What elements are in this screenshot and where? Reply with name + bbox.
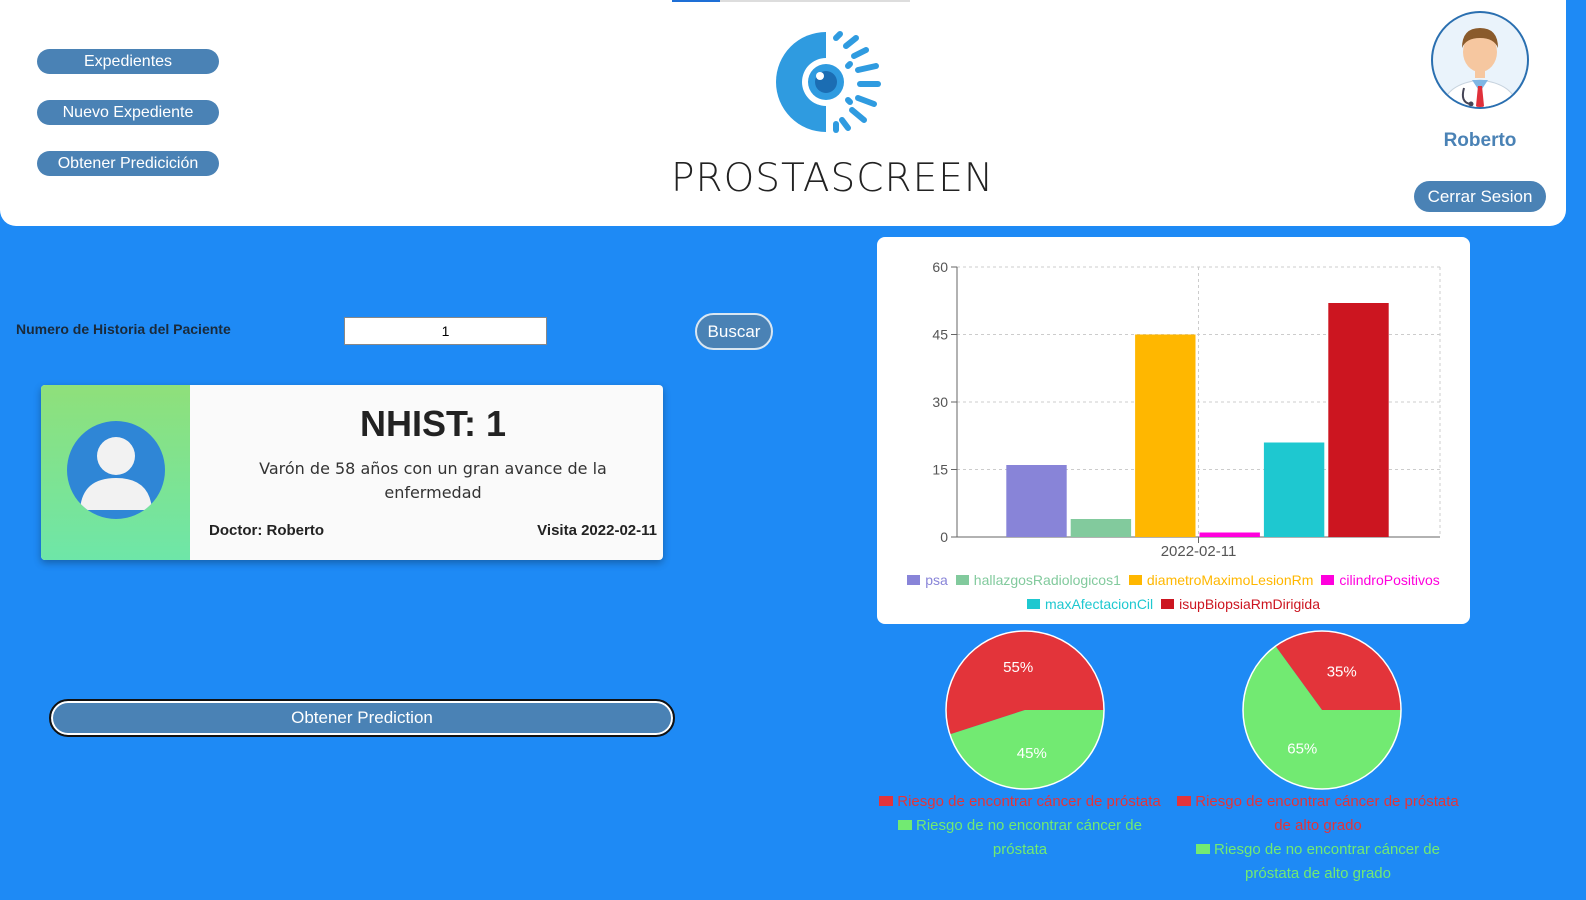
legend-label: Riesgo de encontrar cáncer de próstata (897, 793, 1161, 810)
x-tick-label: 2022-02-11 (1161, 543, 1237, 560)
legend-label: cilindroPositivos (1339, 572, 1440, 588)
y-tick-label: 45 (932, 327, 948, 343)
pie-legend-item[interactable]: Riesgo de no encontrar cáncer de próstat… (870, 814, 1170, 862)
legend-swatch (1027, 599, 1040, 609)
legend-swatch (1128, 575, 1142, 585)
bar-psa[interactable] (1006, 465, 1067, 537)
pie-slice-label: 65% (1287, 741, 1317, 758)
legend-item-cilindroPositivos[interactable]: cilindroPositivos (1321, 568, 1440, 592)
header: Expedientes Nuevo Expediente Obtener Pre… (0, 0, 1566, 226)
legend-swatch (907, 575, 921, 585)
pie-chart-high-grade-risk-legend: Riesgo de encontrar cáncer de próstata d… (1168, 790, 1468, 886)
logout-button[interactable]: Cerrar Sesion (1414, 181, 1546, 212)
legend-swatch (1196, 844, 1210, 854)
bar-chart-legend: psa hallazgosRadiologicos1 diametroMaximoL… (897, 568, 1450, 616)
patient-card-doctor: Doctor: Roberto (209, 522, 324, 539)
legend-item-hallazgosRadiologicos1[interactable]: hallazgosRadiologicos1 (955, 568, 1121, 592)
patient-card-visit: Visita 2022-02-11 (537, 522, 657, 539)
legend-swatch (1321, 575, 1335, 585)
legend-swatch (879, 796, 894, 806)
legend-swatch (1177, 796, 1192, 806)
pie-slice-label: 45% (1017, 745, 1047, 762)
patient-card: NHIST: 1 Varón de 58 años con un gran av… (41, 385, 663, 560)
username: Roberto (1443, 130, 1517, 151)
nav-nuevo-expediente-button[interactable]: Nuevo Expediente (37, 100, 219, 125)
patient-card-title: NHIST: 1 (359, 403, 507, 444)
bar-chart: 0 15 30 45 60 2022-02-11 (932, 259, 1441, 560)
legend-label: Riesgo de no encontrar cáncer de próstat… (1214, 841, 1440, 882)
patient-avatar-icon (67, 421, 165, 519)
y-tick-label: 30 (932, 394, 948, 410)
patient-card-description: Varón de 58 años con un gran avance de l… (259, 459, 607, 502)
pie-legend-item[interactable]: Riesgo de encontrar cáncer de próstata d… (1168, 790, 1468, 838)
search-button[interactable]: Buscar (695, 313, 773, 350)
legend-item-diametroMaximoLesionRm[interactable]: diametroMaximoLesionRm (1128, 568, 1314, 592)
doctor-avatar-icon[interactable] (1430, 10, 1530, 110)
legend-label: isupBiopsiaRmDirigida (1179, 596, 1320, 612)
legend-label: Riesgo de no encontrar cáncer de próstat… (916, 817, 1142, 858)
bar-diametroMaximoLesionRm[interactable] (1135, 334, 1196, 538)
y-tick-label: 15 (932, 462, 948, 478)
legend-swatch (1161, 599, 1175, 609)
bar-maxAfectacionCil[interactable] (1263, 442, 1325, 538)
bar-isupBiopsiaRmDirigida[interactable] (1328, 303, 1389, 537)
brand-name: PROSTASCREEN (670, 156, 995, 201)
patient-history-label: Numero de Historia del Paciente (16, 321, 231, 337)
y-tick-label: 60 (932, 259, 948, 275)
legend-label: hallazgosRadiologicos1 (973, 572, 1121, 588)
legend-label: psa (925, 572, 948, 588)
legend-swatch (898, 820, 912, 830)
patient-card-side (41, 385, 190, 560)
obtener-prediction-button[interactable]: Obtener Prediction (49, 699, 675, 737)
pie-chart-high-grade-risk: 35% 65% (1242, 630, 1402, 790)
legend-item-maxAfectacionCil[interactable]: maxAfectacionCil (1027, 592, 1153, 616)
legend-item-psa[interactable]: psa (907, 568, 948, 592)
prostascreen-logo-icon (776, 26, 886, 138)
bar-cilindroPositivos[interactable] (1199, 532, 1260, 538)
y-tick-label: 0 (940, 529, 948, 545)
bar-chart-panel: 0 15 30 45 60 2022-02-11 psa hallazgosRadiolog… (877, 237, 1470, 624)
pie-chart-cancer-risk-legend: Riesgo de encontrar cáncer de próstata Ri… (870, 790, 1170, 862)
legend-label: Riesgo de encontrar cáncer de próstata d… (1195, 793, 1459, 834)
bar-hallazgosRadiologicos1[interactable] (1070, 519, 1132, 537)
pie-slice-label: 55% (1003, 659, 1033, 676)
pie-chart-cancer-risk: 55% 45% (945, 630, 1105, 790)
pie-legend-item[interactable]: Riesgo de no encontrar cáncer de próstat… (1168, 838, 1468, 886)
pie-legend-item[interactable]: Riesgo de encontrar cáncer de próstata (870, 790, 1170, 814)
pie-slice-label: 35% (1327, 663, 1357, 680)
legend-swatch (955, 575, 969, 585)
legend-label: diametroMaximoLesionRm (1146, 572, 1314, 588)
nav-obtener-prediccion-button[interactable]: Obtener Predicición (37, 151, 219, 176)
legend-label: maxAfectacionCil (1045, 596, 1154, 612)
top-progress-line (672, 0, 910, 2)
patient-history-input[interactable] (344, 317, 547, 345)
legend-item-isupBiopsiaRmDirigida[interactable]: isupBiopsiaRmDirigida (1161, 592, 1320, 616)
nav-expedientes-button[interactable]: Expedientes (37, 49, 219, 74)
